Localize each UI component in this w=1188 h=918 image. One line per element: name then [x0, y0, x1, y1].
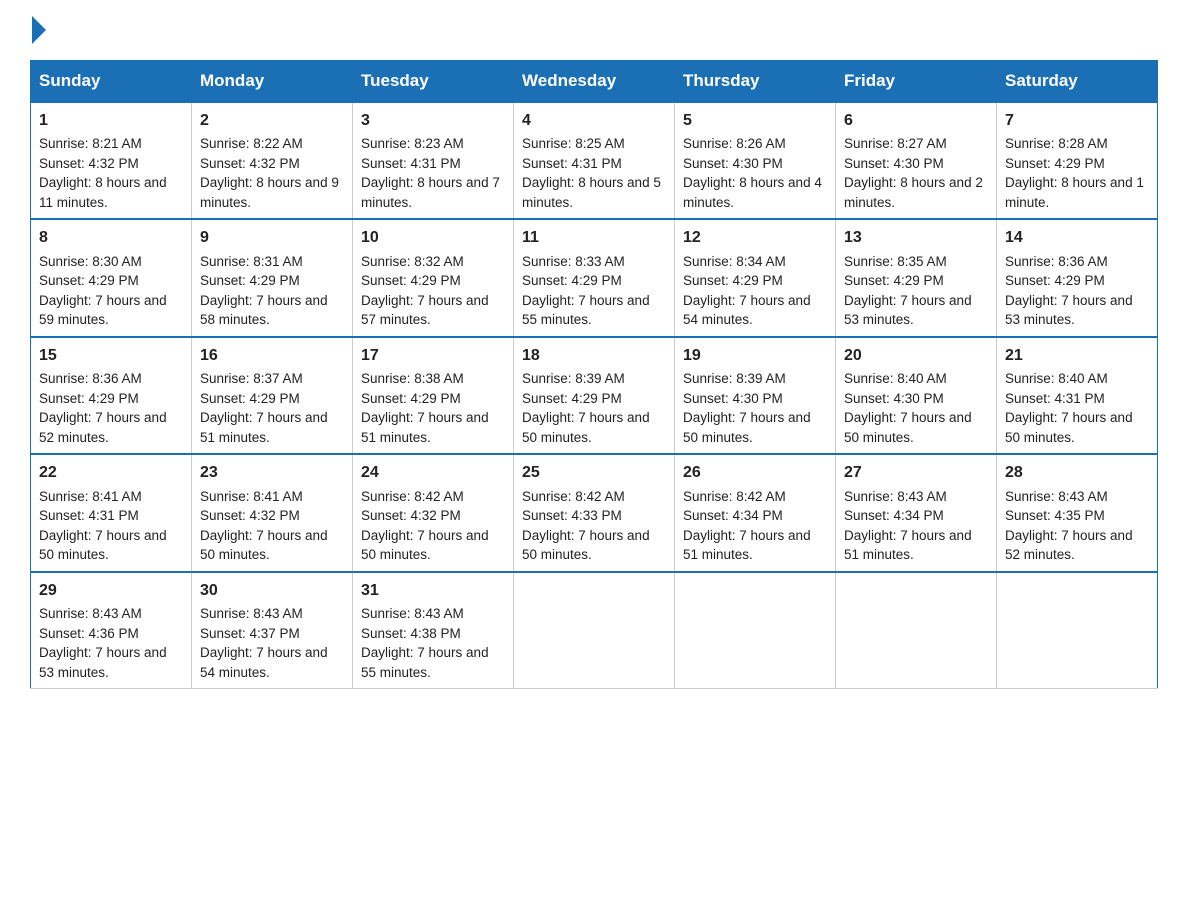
- day-number: 6: [844, 109, 988, 132]
- calendar-day-cell: 21Sunrise: 8:40 AMSunset: 4:31 PMDayligh…: [997, 337, 1158, 454]
- calendar-day-cell: 14Sunrise: 8:36 AMSunset: 4:29 PMDayligh…: [997, 219, 1158, 336]
- calendar-day-cell: 9Sunrise: 8:31 AMSunset: 4:29 PMDaylight…: [192, 219, 353, 336]
- weekday-header-row: SundayMondayTuesdayWednesdayThursdayFrid…: [31, 61, 1158, 103]
- day-number: 26: [683, 461, 827, 484]
- weekday-header-tuesday: Tuesday: [353, 61, 514, 103]
- weekday-header-monday: Monday: [192, 61, 353, 103]
- calendar-day-cell: 23Sunrise: 8:41 AMSunset: 4:32 PMDayligh…: [192, 454, 353, 571]
- day-number: 30: [200, 579, 344, 602]
- calendar-day-cell: 30Sunrise: 8:43 AMSunset: 4:37 PMDayligh…: [192, 572, 353, 689]
- calendar-day-cell: 6Sunrise: 8:27 AMSunset: 4:30 PMDaylight…: [836, 102, 997, 219]
- calendar-day-cell: 2Sunrise: 8:22 AMSunset: 4:32 PMDaylight…: [192, 102, 353, 219]
- calendar-day-cell: 11Sunrise: 8:33 AMSunset: 4:29 PMDayligh…: [514, 219, 675, 336]
- day-number: 21: [1005, 344, 1149, 367]
- day-number: 27: [844, 461, 988, 484]
- calendar-day-cell: 13Sunrise: 8:35 AMSunset: 4:29 PMDayligh…: [836, 219, 997, 336]
- day-number: 13: [844, 226, 988, 249]
- weekday-header-saturday: Saturday: [997, 61, 1158, 103]
- day-number: 31: [361, 579, 505, 602]
- calendar-day-cell: 20Sunrise: 8:40 AMSunset: 4:30 PMDayligh…: [836, 337, 997, 454]
- logo-triangle-icon: [32, 16, 46, 44]
- calendar-day-cell: 1Sunrise: 8:21 AMSunset: 4:32 PMDaylight…: [31, 102, 192, 219]
- day-number: 19: [683, 344, 827, 367]
- day-number: 17: [361, 344, 505, 367]
- day-number: 5: [683, 109, 827, 132]
- day-number: 25: [522, 461, 666, 484]
- logo: [30, 20, 46, 44]
- calendar-week-row: 8Sunrise: 8:30 AMSunset: 4:29 PMDaylight…: [31, 219, 1158, 336]
- weekday-header-thursday: Thursday: [675, 61, 836, 103]
- calendar-day-cell: 10Sunrise: 8:32 AMSunset: 4:29 PMDayligh…: [353, 219, 514, 336]
- calendar-table: SundayMondayTuesdayWednesdayThursdayFrid…: [30, 60, 1158, 689]
- day-number: 10: [361, 226, 505, 249]
- day-number: 23: [200, 461, 344, 484]
- calendar-week-row: 15Sunrise: 8:36 AMSunset: 4:29 PMDayligh…: [31, 337, 1158, 454]
- calendar-week-row: 1Sunrise: 8:21 AMSunset: 4:32 PMDaylight…: [31, 102, 1158, 219]
- calendar-day-cell: 4Sunrise: 8:25 AMSunset: 4:31 PMDaylight…: [514, 102, 675, 219]
- calendar-day-cell: 15Sunrise: 8:36 AMSunset: 4:29 PMDayligh…: [31, 337, 192, 454]
- day-number: 11: [522, 226, 666, 249]
- day-number: 1: [39, 109, 183, 132]
- day-number: 8: [39, 226, 183, 249]
- day-number: 18: [522, 344, 666, 367]
- calendar-day-cell: 17Sunrise: 8:38 AMSunset: 4:29 PMDayligh…: [353, 337, 514, 454]
- calendar-day-cell: 28Sunrise: 8:43 AMSunset: 4:35 PMDayligh…: [997, 454, 1158, 571]
- calendar-day-cell: 22Sunrise: 8:41 AMSunset: 4:31 PMDayligh…: [31, 454, 192, 571]
- day-number: 12: [683, 226, 827, 249]
- calendar-day-cell: 31Sunrise: 8:43 AMSunset: 4:38 PMDayligh…: [353, 572, 514, 689]
- weekday-header-friday: Friday: [836, 61, 997, 103]
- day-number: 20: [844, 344, 988, 367]
- calendar-body: 1Sunrise: 8:21 AMSunset: 4:32 PMDaylight…: [31, 102, 1158, 689]
- calendar-week-row: 29Sunrise: 8:43 AMSunset: 4:36 PMDayligh…: [31, 572, 1158, 689]
- calendar-day-cell: 3Sunrise: 8:23 AMSunset: 4:31 PMDaylight…: [353, 102, 514, 219]
- day-number: 14: [1005, 226, 1149, 249]
- calendar-header: SundayMondayTuesdayWednesdayThursdayFrid…: [31, 61, 1158, 103]
- calendar-day-cell: 12Sunrise: 8:34 AMSunset: 4:29 PMDayligh…: [675, 219, 836, 336]
- page-header: [30, 20, 1158, 44]
- day-number: 4: [522, 109, 666, 132]
- day-number: 7: [1005, 109, 1149, 132]
- calendar-day-cell: 26Sunrise: 8:42 AMSunset: 4:34 PMDayligh…: [675, 454, 836, 571]
- calendar-day-cell: 24Sunrise: 8:42 AMSunset: 4:32 PMDayligh…: [353, 454, 514, 571]
- calendar-week-row: 22Sunrise: 8:41 AMSunset: 4:31 PMDayligh…: [31, 454, 1158, 571]
- day-number: 24: [361, 461, 505, 484]
- calendar-day-cell: 18Sunrise: 8:39 AMSunset: 4:29 PMDayligh…: [514, 337, 675, 454]
- weekday-header-wednesday: Wednesday: [514, 61, 675, 103]
- calendar-day-cell: 27Sunrise: 8:43 AMSunset: 4:34 PMDayligh…: [836, 454, 997, 571]
- day-number: 15: [39, 344, 183, 367]
- calendar-day-cell: 8Sunrise: 8:30 AMSunset: 4:29 PMDaylight…: [31, 219, 192, 336]
- calendar-day-cell: 7Sunrise: 8:28 AMSunset: 4:29 PMDaylight…: [997, 102, 1158, 219]
- calendar-day-cell: 16Sunrise: 8:37 AMSunset: 4:29 PMDayligh…: [192, 337, 353, 454]
- empty-cell: [675, 572, 836, 689]
- weekday-header-sunday: Sunday: [31, 61, 192, 103]
- day-number: 22: [39, 461, 183, 484]
- calendar-day-cell: 25Sunrise: 8:42 AMSunset: 4:33 PMDayligh…: [514, 454, 675, 571]
- day-number: 29: [39, 579, 183, 602]
- calendar-day-cell: 29Sunrise: 8:43 AMSunset: 4:36 PMDayligh…: [31, 572, 192, 689]
- day-number: 9: [200, 226, 344, 249]
- day-number: 2: [200, 109, 344, 132]
- day-number: 28: [1005, 461, 1149, 484]
- calendar-day-cell: 19Sunrise: 8:39 AMSunset: 4:30 PMDayligh…: [675, 337, 836, 454]
- empty-cell: [514, 572, 675, 689]
- empty-cell: [997, 572, 1158, 689]
- day-number: 3: [361, 109, 505, 132]
- day-number: 16: [200, 344, 344, 367]
- calendar-day-cell: 5Sunrise: 8:26 AMSunset: 4:30 PMDaylight…: [675, 102, 836, 219]
- empty-cell: [836, 572, 997, 689]
